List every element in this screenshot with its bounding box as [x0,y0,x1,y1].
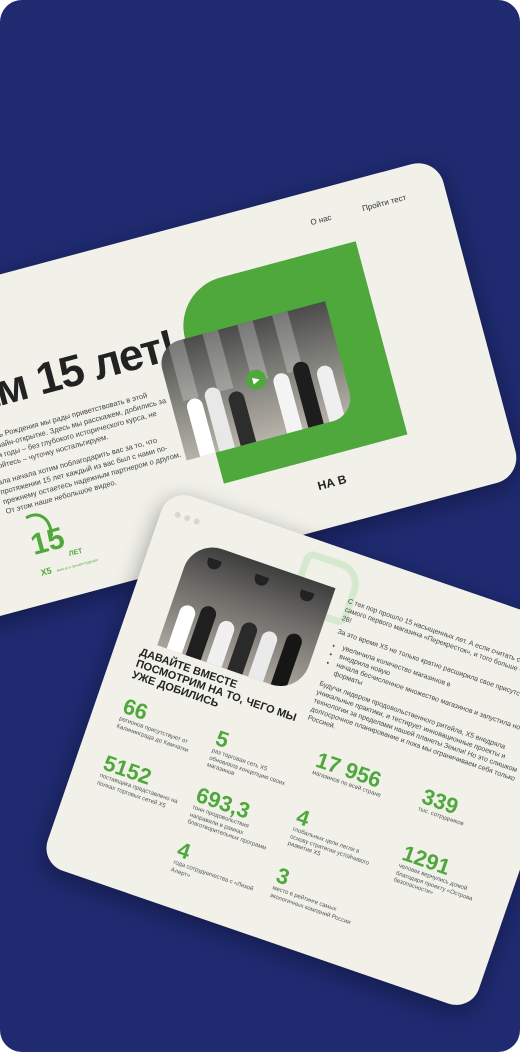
dot-icon [192,517,201,526]
stat-item: 5 раз торговая сеть X5 обновляла концепц… [205,725,295,795]
window-dots [172,504,206,531]
stat-item: 4 глобальных цели легли в основу стратег… [286,804,386,877]
nav-test-link[interactable]: Пройти тест [361,193,407,213]
dot-icon [173,511,182,519]
logo-tagline: вместе в лучшее будущее [56,558,98,573]
top-nav: О нас Пройти тест [280,193,407,235]
logo-number: 15 [27,521,68,562]
nav-about-link[interactable]: О нас [309,213,332,227]
background-frame: О нас Пройти тест ам 15 лет! День Рожден… [0,0,520,1052]
window-decor [202,329,234,392]
stat-item: 66 регионов присутствуют от Калининграда… [115,693,203,756]
section-heading-partial: НА В [316,472,348,494]
lamp-decor [252,573,270,588]
stat-item: 3 место в рейтинге самых экологичных ком… [269,863,376,931]
stat-item: 339 тыс. сотрудников [417,784,503,840]
window-decor [167,339,199,402]
lamp-decor [298,589,315,604]
stat-item: 1291 человек вернулись домой благодаря п… [392,840,492,913]
logo-brand: X5 [40,565,53,578]
dot-icon [183,514,192,522]
stat-item: 5152 поставщика представлено на полках т… [96,750,193,816]
lamp-decor [205,557,222,572]
logo-years: ЛЕТ [68,547,84,558]
